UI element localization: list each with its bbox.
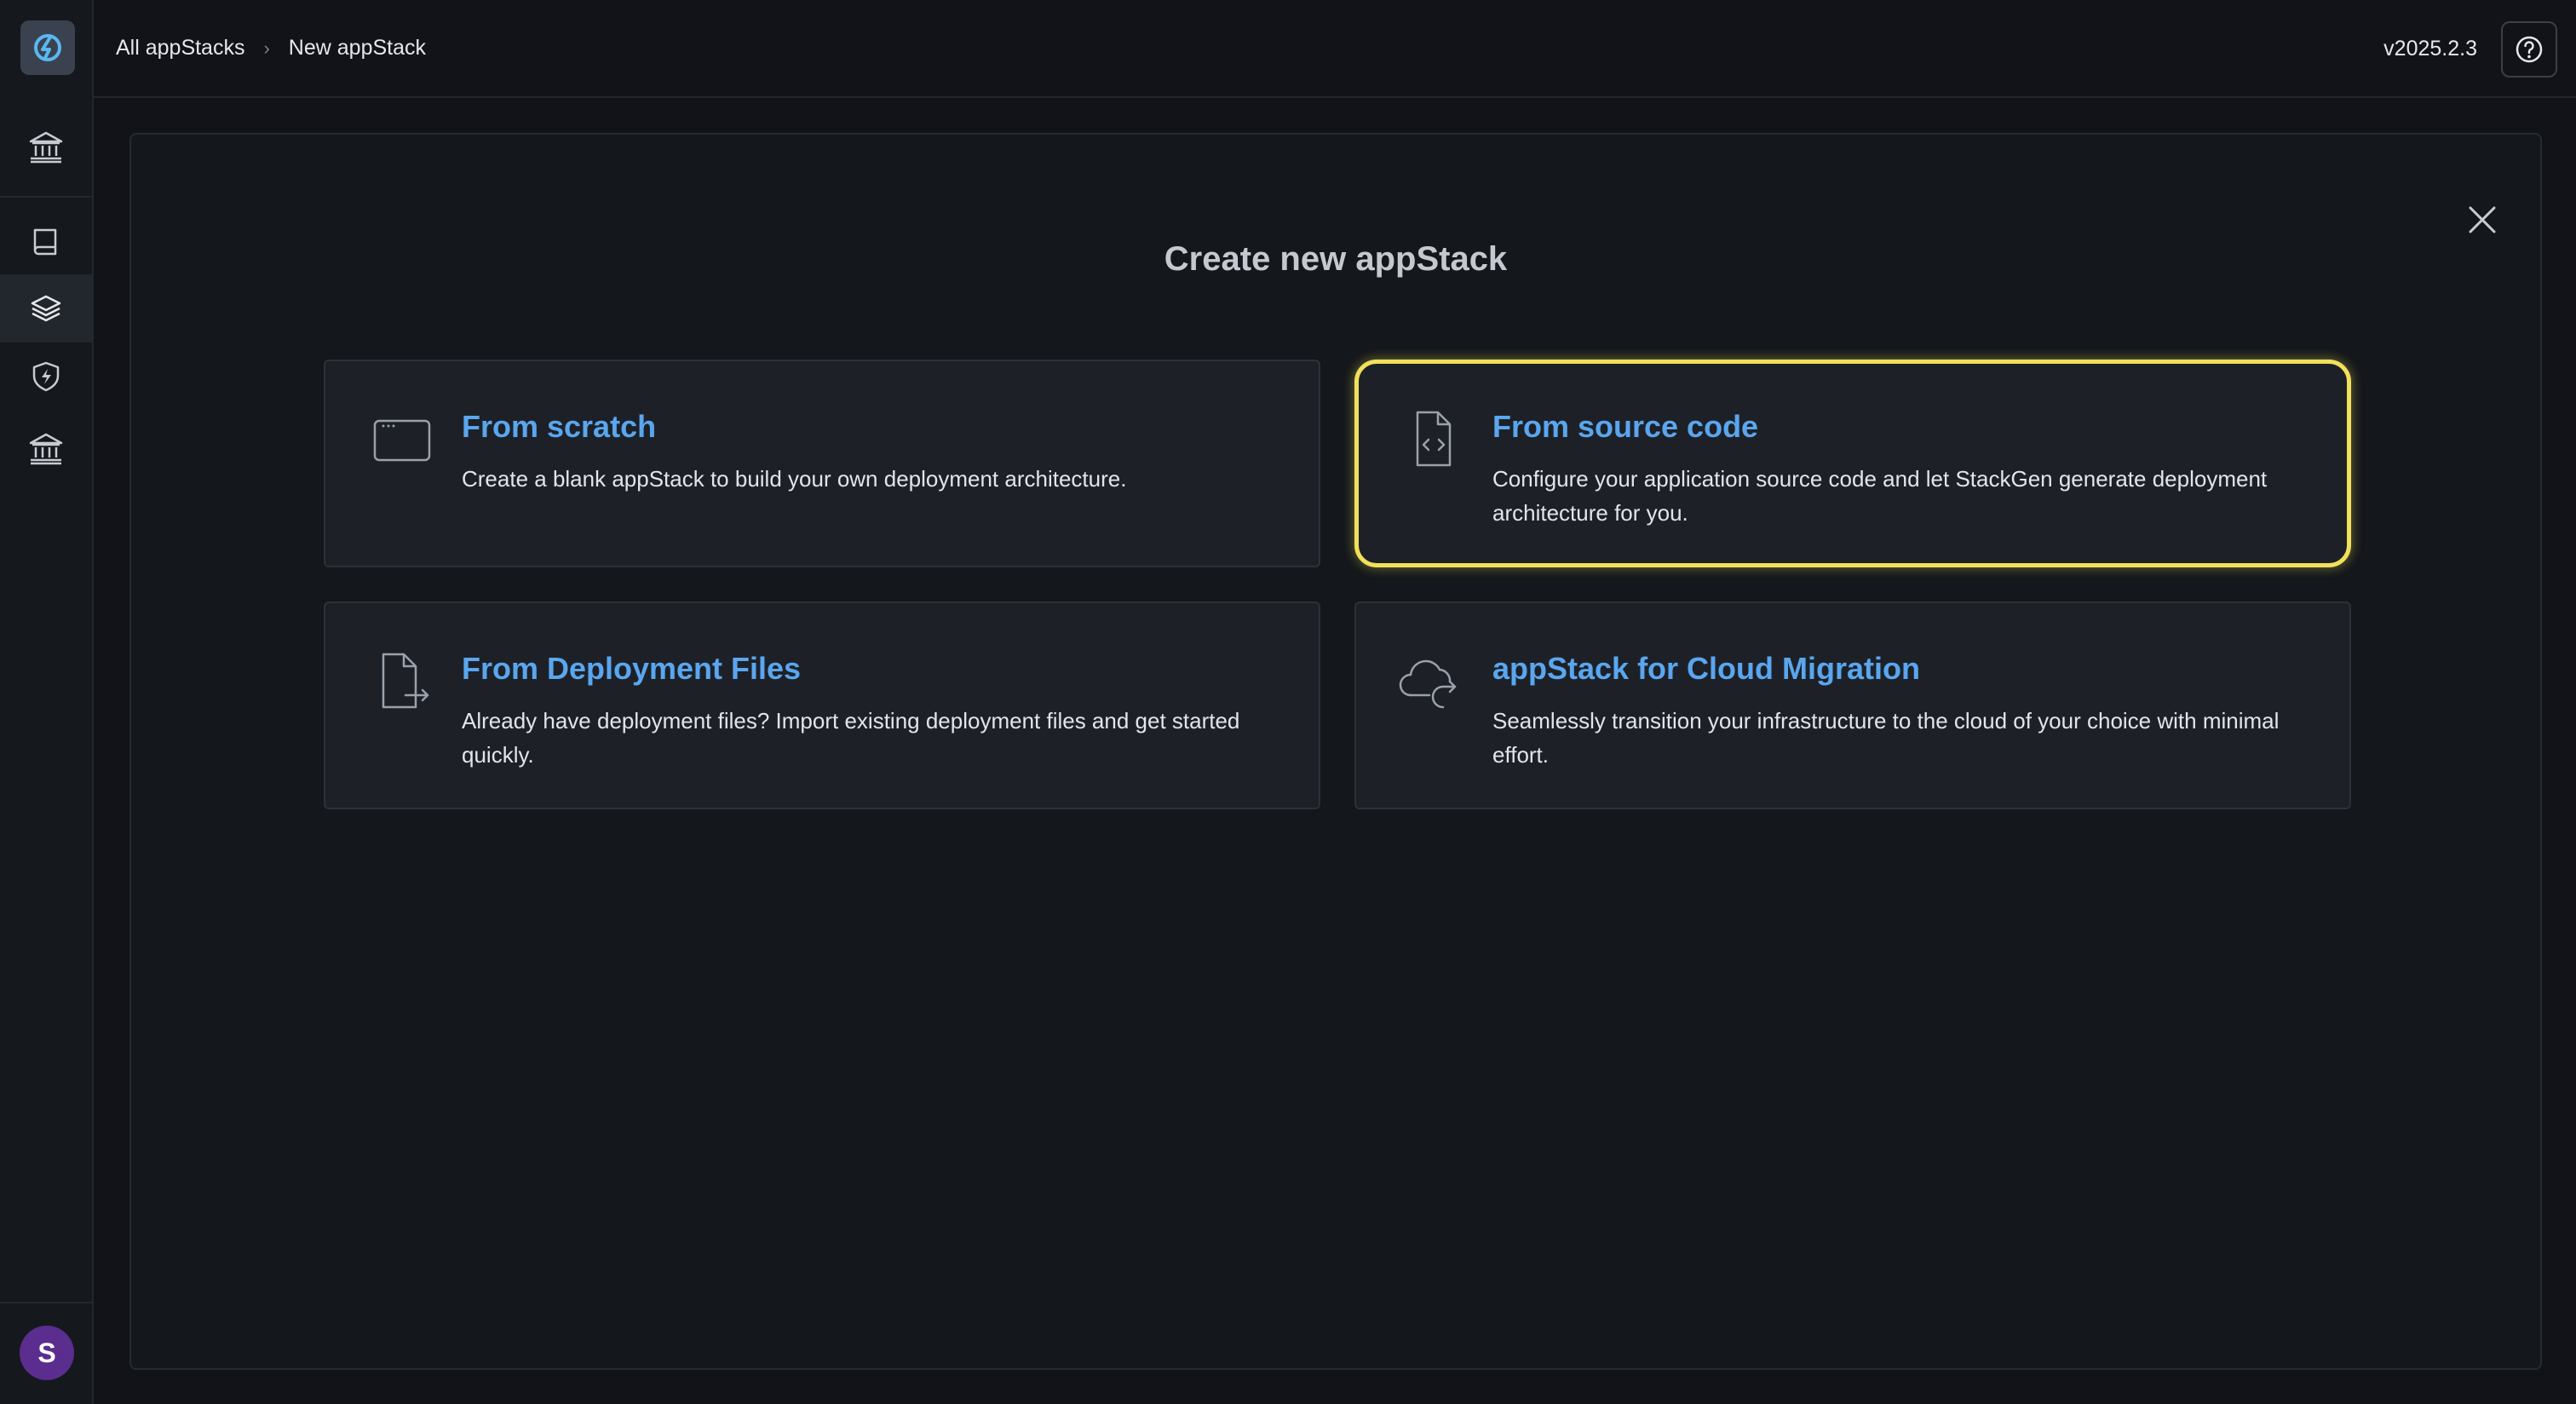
option-description: Create a blank appStack to build your ow… (462, 466, 1127, 492)
option-title: appStack for Cloud Migration (1492, 651, 1921, 686)
close-icon (2469, 206, 2496, 233)
option-card-from-source-code[interactable]: From source code Configure your applicat… (1354, 360, 2351, 567)
sidebar-item-policies[interactable] (0, 342, 92, 411)
chevron-right-icon: › (263, 37, 270, 59)
close-button[interactable] (2462, 199, 2503, 240)
help-icon (2516, 36, 2543, 63)
bank-icon (29, 433, 63, 465)
option-description: Configure your application source code a… (1492, 466, 2268, 526)
option-title: From source code (1492, 409, 1759, 444)
sidebar: S (0, 0, 94, 1404)
avatar-initial: S (37, 1337, 56, 1368)
sidebar-divider-bottom (0, 1302, 92, 1303)
code-file-icon (1416, 411, 1452, 467)
option-title: From Deployment Files (462, 651, 802, 686)
sidebar-item-book[interactable] (0, 208, 92, 276)
sidebar-item-bank[interactable] (0, 112, 92, 181)
window-icon (373, 419, 431, 462)
option-card-from-deployment-files[interactable]: From Deployment Files Already have deplo… (324, 601, 1320, 809)
stackgen-logo[interactable] (20, 20, 75, 75)
sidebar-divider (0, 196, 92, 198)
page-title: Create new appStack (1164, 240, 1508, 278)
layers-icon (31, 295, 61, 322)
cloud-migrate-icon (1399, 659, 1457, 709)
breadcrumb-current: New appStack (288, 36, 426, 60)
sidebar-item-appstacks[interactable] (0, 274, 92, 342)
version-label: v2025.2.3 (2383, 37, 2477, 60)
option-card-cloud-migration[interactable]: appStack for Cloud Migration Seamlessly … (1354, 601, 2351, 809)
shield-bolt-icon (32, 361, 60, 392)
book-icon (33, 228, 57, 256)
user-avatar[interactable]: S (20, 1326, 74, 1380)
logo-icon (34, 34, 61, 61)
help-button[interactable] (2501, 21, 2557, 78)
file-import-icon (382, 653, 429, 709)
app-root: S All appStacks › New appStack v2025.2.3… (0, 0, 2576, 1404)
sidebar-item-bank-2[interactable] (0, 414, 92, 482)
breadcrumb: All appStacks › New appStack (116, 36, 426, 60)
option-title: From scratch (462, 409, 657, 444)
option-description: Already have deployment files? Import ex… (462, 708, 1240, 768)
top-header: All appStacks › New appStack v2025.2.3 (94, 0, 2576, 98)
option-description: Seamlessly transition your infrastructur… (1492, 708, 2280, 768)
breadcrumb-all-appstacks[interactable]: All appStacks (116, 36, 244, 60)
bank-icon (29, 131, 63, 164)
create-appstack-panel: Create new appStack From scratch Create … (129, 133, 2542, 1370)
option-card-from-scratch[interactable]: From scratch Create a blank appStack to … (324, 360, 1320, 567)
